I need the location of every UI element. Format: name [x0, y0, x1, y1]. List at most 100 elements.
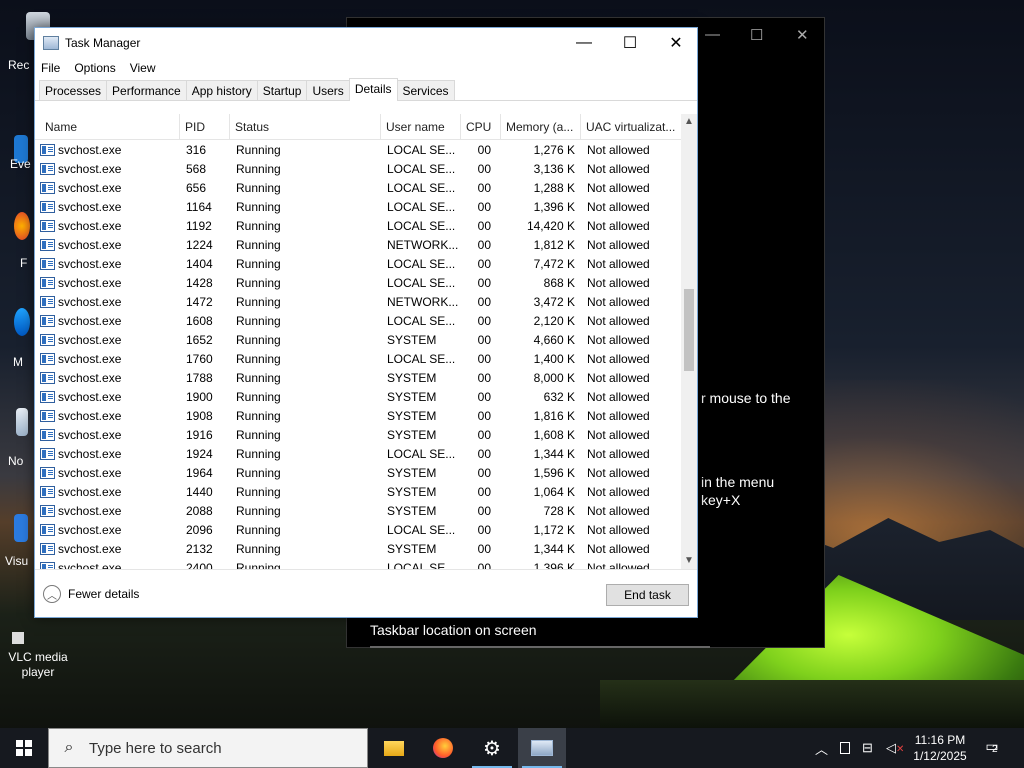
cell-status: Running	[236, 143, 281, 157]
table-row[interactable]: svchost.exe 1428 Running LOCAL SE... 00 868 K…	[35, 274, 681, 293]
scrollbar-thumb[interactable]	[684, 289, 694, 371]
cell-uac: Not allowed	[587, 219, 650, 233]
taskbar-location-dropdown[interactable]	[370, 646, 710, 648]
taskbar-firefox[interactable]	[419, 728, 467, 768]
table-row[interactable]: svchost.exe 1608 Running LOCAL SE... 00 2,120…	[35, 312, 681, 331]
tab-app-history[interactable]: App history	[185, 80, 258, 100]
tab-processes[interactable]: Processes	[39, 80, 108, 100]
sort-ascending-icon: ^	[105, 114, 109, 118]
table-row[interactable]: svchost.exe 1652 Running SYSTEM 00 4,660 K Not…	[35, 331, 681, 350]
cell-name: svchost.exe	[58, 276, 122, 290]
fewer-details-button[interactable]: ︿ Fewer details	[43, 585, 139, 603]
close-button[interactable]: ✕	[653, 28, 699, 57]
table-row[interactable]: svchost.exe 1192 Running LOCAL SE... 00 14,42…	[35, 217, 681, 236]
cell-name: svchost.exe	[58, 143, 122, 157]
column-header-status[interactable]: Status	[230, 114, 381, 140]
cell-uac: Not allowed	[587, 295, 650, 309]
table-row[interactable]: svchost.exe 1440 Running SYSTEM 00 1,064 K Not…	[35, 483, 681, 502]
end-task-button[interactable]: End task	[606, 584, 689, 606]
column-header-pid[interactable]: PID	[180, 114, 230, 140]
desktop-icon-vlc[interactable]: VLC media player	[0, 632, 76, 680]
scroll-up-arrow-icon[interactable]: ▲	[681, 114, 697, 130]
table-row[interactable]: svchost.exe 1908 Running SYSTEM 00 1,816 K Not…	[35, 407, 681, 426]
vertical-scrollbar[interactable]: ▲ ▼	[681, 114, 697, 569]
cell-memory: 1,816 K	[533, 409, 575, 423]
table-row[interactable]: svchost.exe 1404 Running LOCAL SE... 00 7,472…	[35, 255, 681, 274]
cell-uac: Not allowed	[587, 238, 650, 252]
table-row[interactable]: svchost.exe 1472 Running NETWORK... 00 3,472 …	[35, 293, 681, 312]
cell-uac: Not allowed	[587, 542, 650, 556]
service-host-icon	[40, 448, 55, 460]
show-hidden-icons-button[interactable]: ︿	[815, 728, 828, 768]
start-button[interactable]	[0, 728, 48, 768]
tab-startup[interactable]: Startup	[256, 80, 308, 100]
cell-memory: 3,472 K	[533, 295, 575, 309]
table-row[interactable]: svchost.exe 2400 Running LOCAL SE... 00 1,396…	[35, 559, 681, 569]
table-row[interactable]: svchost.exe 568 Running LOCAL SE... 00 3,136 …	[35, 160, 681, 179]
menu-view[interactable]: View	[130, 61, 156, 75]
cell-user: LOCAL SE...	[387, 352, 456, 366]
cell-cpu: 00	[477, 257, 491, 271]
windows-logo-icon	[16, 740, 32, 756]
table-row[interactable]: svchost.exe 1788 Running SYSTEM 00 8,000 K Not…	[35, 369, 681, 388]
cell-cpu: 00	[477, 542, 491, 556]
tray-network-icon[interactable]: ⊟	[862, 728, 873, 768]
table-row[interactable]: svchost.exe 1900 Running SYSTEM 00 632 K Not a…	[35, 388, 681, 407]
taskbar-task-manager[interactable]	[518, 728, 566, 768]
table-row[interactable]: svchost.exe 1916 Running SYSTEM 00 1,608 K Not…	[35, 426, 681, 445]
cell-status: Running	[236, 504, 281, 518]
table-row[interactable]: svchost.exe 2088 Running SYSTEM 00 728 K Not a…	[35, 502, 681, 521]
table-row[interactable]: svchost.exe 316 Running LOCAL SE... 00 1,276 …	[35, 141, 681, 160]
column-header-cpu[interactable]: CPU	[461, 114, 501, 140]
title-bar[interactable]: Task Manager — ☐ ✕	[35, 28, 697, 57]
settings-close-button[interactable]: ✕	[796, 26, 809, 44]
taskbar-clock[interactable]: 11:16 PM 1/12/2025	[908, 732, 972, 764]
column-header-user-name[interactable]: User name	[381, 114, 461, 140]
column-header-name[interactable]: Name	[40, 114, 180, 140]
table-row[interactable]: svchost.exe 1760 Running LOCAL SE... 00 1,400…	[35, 350, 681, 369]
settings-maximize-button[interactable]: ☐	[750, 26, 763, 44]
tab-details[interactable]: Details	[348, 78, 398, 101]
table-row[interactable]: svchost.exe 1164 Running LOCAL SE... 00 1,396…	[35, 198, 681, 217]
table-row[interactable]: svchost.exe 2132 Running SYSTEM 00 1,344 K Not…	[35, 540, 681, 559]
maximize-button[interactable]: ☐	[607, 28, 653, 57]
notification-center-button[interactable]: ▭ 2	[980, 738, 1004, 760]
cell-cpu: 00	[477, 485, 491, 499]
table-row[interactable]: svchost.exe 1224 Running NETWORK... 00 1,812 …	[35, 236, 681, 255]
cell-status: Running	[236, 295, 281, 309]
column-header-memory[interactable]: Memory (a...	[501, 114, 581, 140]
taskbar-search-box[interactable]: ⌕ Type here to search	[48, 728, 368, 768]
menu-file[interactable]: File	[41, 61, 60, 75]
service-host-icon	[40, 144, 55, 156]
taskbar-file-explorer[interactable]	[370, 728, 418, 768]
tray-volume-icon[interactable]: ◁✕	[886, 728, 904, 768]
minimize-button[interactable]: —	[561, 28, 607, 57]
footer: ︿ Fewer details End task	[35, 569, 697, 617]
settings-text-snippet: r mouse to the	[701, 390, 791, 406]
cell-status: Running	[236, 181, 281, 195]
cell-name: svchost.exe	[58, 314, 122, 328]
cell-cpu: 00	[477, 314, 491, 328]
tab-users[interactable]: Users	[306, 80, 350, 100]
cell-name: svchost.exe	[58, 542, 122, 556]
table-row[interactable]: svchost.exe 1964 Running SYSTEM 00 1,596 K Not…	[35, 464, 681, 483]
table-row[interactable]: svchost.exe 1924 Running LOCAL SE... 00 1,344…	[35, 445, 681, 464]
table-row[interactable]: svchost.exe 656 Running LOCAL SE... 00 1,288 …	[35, 179, 681, 198]
cell-name: svchost.exe	[58, 200, 122, 214]
taskbar-settings[interactable]: ⚙	[468, 728, 516, 768]
scroll-down-arrow-icon[interactable]: ▼	[681, 553, 697, 569]
cell-cpu: 00	[477, 523, 491, 537]
table-row[interactable]: svchost.exe 2096 Running LOCAL SE... 00 1,172…	[35, 521, 681, 540]
cell-user: LOCAL SE...	[387, 314, 456, 328]
cell-uac: Not allowed	[587, 200, 650, 214]
settings-minimize-button[interactable]: —	[705, 26, 720, 43]
tab-performance[interactable]: Performance	[106, 80, 187, 100]
cell-user: LOCAL SE...	[387, 561, 456, 569]
column-header-uac[interactable]: UAC virtualizat...	[581, 114, 681, 140]
cell-status: Running	[236, 314, 281, 328]
tray-tablet-icon[interactable]	[840, 728, 850, 768]
cell-user: LOCAL SE...	[387, 276, 456, 290]
cell-user: LOCAL SE...	[387, 523, 456, 537]
tab-services[interactable]: Services	[396, 80, 455, 100]
menu-options[interactable]: Options	[74, 61, 115, 75]
